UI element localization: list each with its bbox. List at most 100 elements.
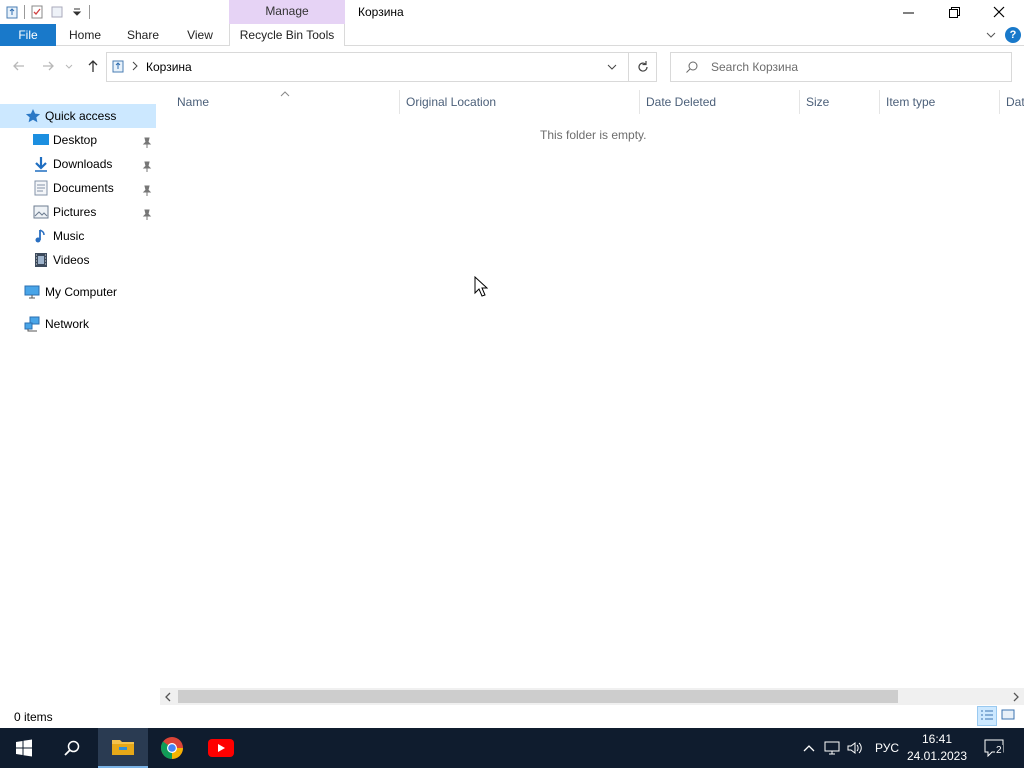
file-explorer-window: Manage Корзина File Home Share View Recy… bbox=[0, 0, 1024, 728]
scroll-right-chevron-icon[interactable] bbox=[1012, 691, 1020, 705]
search-placeholder: Search Корзина bbox=[711, 60, 799, 74]
forward-arrow-icon[interactable] bbox=[38, 56, 58, 76]
tab-recycle-bin-tools[interactable]: Recycle Bin Tools bbox=[229, 24, 345, 46]
search-icon[interactable] bbox=[48, 728, 96, 768]
up-arrow-icon[interactable] bbox=[83, 56, 103, 76]
customize-toolbar-chevron-icon[interactable] bbox=[69, 4, 85, 20]
large-icons-view-icon[interactable] bbox=[999, 706, 1019, 726]
music-icon bbox=[33, 228, 49, 244]
clock-time: 16:41 bbox=[921, 732, 953, 746]
manage-contextual-tab[interactable]: Manage bbox=[229, 0, 345, 24]
computer-icon bbox=[24, 284, 40, 300]
window-title: Корзина bbox=[358, 5, 404, 19]
column-divider[interactable] bbox=[879, 90, 880, 114]
star-icon bbox=[25, 108, 41, 124]
search-input[interactable]: Search Корзина bbox=[670, 52, 1012, 82]
file-explorer-icon[interactable] bbox=[98, 728, 148, 768]
item-count: 0 items bbox=[14, 710, 53, 724]
nav-my-computer[interactable]: My Computer bbox=[0, 280, 156, 304]
tab-file[interactable]: File bbox=[0, 24, 56, 46]
details-view-icon[interactable] bbox=[977, 706, 997, 726]
pin-icon[interactable] bbox=[142, 181, 154, 196]
new-folder-icon[interactable] bbox=[49, 4, 65, 20]
toolbar-divider bbox=[89, 5, 90, 19]
navigation-pane: Quick access Desktop Downloads Documents bbox=[0, 104, 156, 706]
nav-music[interactable]: Music bbox=[0, 224, 156, 248]
pin-icon[interactable] bbox=[142, 157, 154, 172]
nav-quick-access-label: Quick access bbox=[45, 109, 117, 123]
language-indicator[interactable]: РУС bbox=[875, 728, 899, 768]
column-divider[interactable] bbox=[999, 90, 1000, 114]
search-icon bbox=[685, 60, 699, 77]
documents-icon bbox=[33, 180, 49, 196]
nav-pictures[interactable]: Pictures bbox=[0, 200, 156, 224]
column-header-date-deleted[interactable]: Date Deleted bbox=[646, 90, 716, 114]
nav-desktop-label: Desktop bbox=[53, 133, 98, 147]
notification-count: 2 bbox=[995, 745, 1003, 756]
network-icon bbox=[24, 316, 40, 332]
recycle-bin-app-icon bbox=[4, 4, 20, 20]
recent-locations-chevron-icon[interactable] bbox=[62, 56, 76, 76]
ribbon-tabs: File Home Share View Recycle Bin Tools ? bbox=[0, 24, 1024, 46]
start-icon[interactable] bbox=[0, 728, 48, 768]
address-divider bbox=[628, 53, 629, 81]
recycle-bin-icon bbox=[111, 59, 127, 75]
nav-documents[interactable]: Documents bbox=[0, 176, 156, 200]
column-header-item-type[interactable]: Item type bbox=[886, 90, 935, 114]
mouse-cursor-icon bbox=[474, 275, 489, 301]
volume-icon[interactable] bbox=[846, 738, 864, 758]
tab-view[interactable]: View bbox=[178, 24, 222, 46]
nav-network-label: Network bbox=[45, 317, 90, 331]
column-header-name[interactable]: Name bbox=[177, 90, 209, 114]
downloads-icon bbox=[33, 156, 49, 172]
empty-folder-message: This folder is empty. bbox=[540, 128, 647, 142]
properties-icon[interactable] bbox=[29, 4, 45, 20]
column-divider[interactable] bbox=[399, 90, 400, 114]
breadcrumb-chevron-icon[interactable] bbox=[131, 60, 139, 75]
notifications-icon[interactable]: 2 bbox=[983, 738, 1005, 758]
column-header-date[interactable]: Dat bbox=[1006, 90, 1024, 114]
title-bar: Manage Корзина bbox=[0, 0, 1024, 24]
refresh-icon[interactable] bbox=[636, 60, 650, 77]
address-bar[interactable]: Корзина bbox=[106, 52, 657, 82]
address-dropdown-chevron-icon[interactable] bbox=[606, 61, 618, 76]
tab-share[interactable]: Share bbox=[120, 24, 166, 46]
minimize-button[interactable] bbox=[885, 0, 931, 24]
scrollbar-thumb[interactable] bbox=[178, 690, 898, 703]
nav-desktop[interactable]: Desktop bbox=[0, 128, 156, 152]
pictures-icon bbox=[33, 204, 49, 220]
scroll-left-chevron-icon[interactable] bbox=[164, 691, 172, 705]
chrome-icon[interactable] bbox=[148, 728, 196, 768]
help-icon[interactable]: ? bbox=[1005, 27, 1021, 43]
sort-ascending-icon bbox=[280, 86, 290, 100]
nav-quick-access[interactable]: Quick access bbox=[0, 104, 156, 128]
tab-home[interactable]: Home bbox=[62, 24, 108, 46]
nav-downloads-label: Downloads bbox=[53, 157, 113, 171]
nav-music-label: Music bbox=[53, 229, 85, 243]
nav-videos[interactable]: Videos bbox=[0, 248, 156, 272]
column-header-size[interactable]: Size bbox=[806, 90, 829, 114]
clock-date: 24.01.2023 bbox=[906, 749, 968, 763]
column-divider[interactable] bbox=[799, 90, 800, 114]
back-arrow-icon[interactable] bbox=[9, 56, 29, 76]
close-button[interactable] bbox=[976, 0, 1022, 24]
taskbar: РУС 16:41 24.01.2023 2 bbox=[0, 728, 1024, 768]
show-hidden-icons-chevron-icon[interactable] bbox=[800, 738, 818, 758]
nav-network[interactable]: Network bbox=[0, 312, 156, 336]
pin-icon[interactable] bbox=[142, 133, 154, 148]
nav-videos-label: Videos bbox=[53, 253, 90, 267]
network-status-icon[interactable] bbox=[823, 738, 841, 758]
horizontal-scrollbar[interactable] bbox=[160, 688, 1024, 705]
expand-ribbon-chevron-icon[interactable] bbox=[984, 28, 998, 42]
breadcrumb-current[interactable]: Корзина bbox=[146, 53, 192, 81]
clock[interactable]: 16:41 24.01.2023 bbox=[905, 731, 969, 765]
videos-icon bbox=[33, 252, 49, 268]
quick-access-toolbar bbox=[0, 0, 90, 24]
status-bar: 0 items bbox=[0, 706, 1024, 728]
column-divider[interactable] bbox=[639, 90, 640, 114]
pin-icon[interactable] bbox=[142, 205, 154, 220]
column-header-original-location[interactable]: Original Location bbox=[406, 90, 496, 114]
restore-button[interactable] bbox=[931, 0, 977, 24]
youtube-icon[interactable] bbox=[197, 728, 245, 768]
nav-downloads[interactable]: Downloads bbox=[0, 152, 156, 176]
